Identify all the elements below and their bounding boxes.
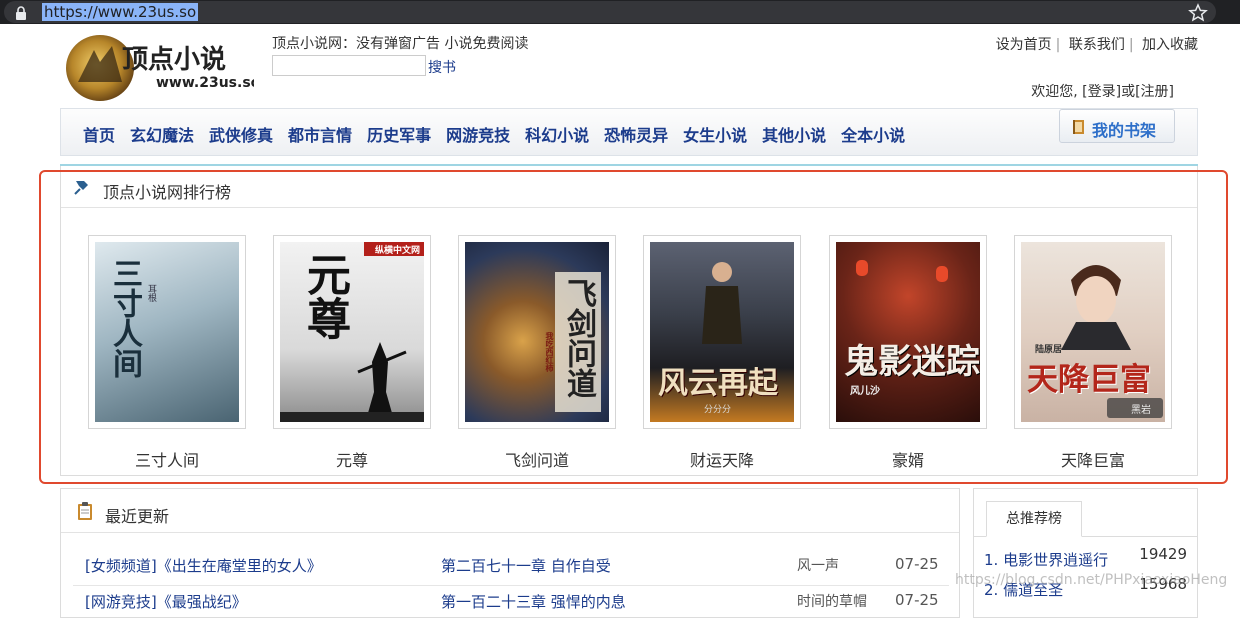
add-favorite-link[interactable]: 加入收藏 [1142, 37, 1198, 53]
logo-text: 顶点小说 [122, 44, 226, 75]
nav-item-scifi[interactable]: 科幻小说 [525, 122, 589, 146]
register-link[interactable]: [注册] [1135, 84, 1174, 100]
nav-item-fantasy[interactable]: 玄幻魔法 [130, 122, 194, 146]
row-divider [73, 585, 949, 586]
nav-item-other[interactable]: 其他小说 [762, 122, 826, 146]
row-author: 时间的草帽 [797, 594, 867, 610]
address-bar[interactable]: https://www.23us.so [4, 1, 1216, 23]
latest-title: 最近更新 [105, 507, 170, 526]
logo-domain: www.23us.so [156, 75, 254, 91]
nav-item-complete[interactable]: 全本小说 [841, 122, 905, 146]
latest-updates-panel: 最近更新 [女频频道]《出生在庵堂里的女人》 第二百七十一章 自作自受 风一声 … [60, 488, 960, 618]
row-book[interactable]: [女频频道]《出生在庵堂里的女人》 [85, 555, 322, 576]
highlight-box [39, 170, 1228, 484]
row-chapter[interactable]: 第一百二十三章 强悍的内息 [441, 591, 626, 612]
nav-item-wuxia[interactable]: 武侠修真 [209, 122, 273, 146]
url-text[interactable]: https://www.23us.so [42, 3, 199, 21]
row-author: 风一声 [797, 558, 839, 574]
recommend-count: 19429 [1139, 545, 1187, 563]
site-logo[interactable]: 顶点小说 www.23us.so [64, 32, 254, 102]
or-text: 或 [1121, 84, 1136, 100]
recommend-panel: 总推荐榜 1. 电影世界逍遥行 19429 2. 儒道至圣 15968 [973, 488, 1198, 618]
nav-item-gaming[interactable]: 网游竞技 [446, 122, 510, 146]
welcome-text: 欢迎您, [1031, 84, 1078, 100]
bookmark-star-icon[interactable] [1188, 3, 1208, 23]
top-links: 设为首页 | 联系我们 | 加入收藏 [995, 37, 1198, 53]
table-row: [网游竞技]《最强战纪》 第一百二十三章 强悍的内息 时间的草帽 07-25 [61, 587, 959, 617]
main-nav: 首页 玄幻魔法 武侠修真 都市言情 历史军事 网游竞技 科幻小说 恐怖灵异 女生… [60, 108, 1198, 156]
nav-item-history[interactable]: 历史军事 [367, 122, 431, 146]
row-book[interactable]: [网游竞技]《最强战纪》 [85, 591, 247, 612]
row-date: 07-25 [895, 591, 939, 609]
row-date: 07-25 [895, 555, 939, 573]
row-chapter[interactable]: 第二百七十一章 自作自受 [441, 555, 611, 576]
my-bookshelf-button[interactable]: 我的书架 [1059, 109, 1175, 143]
site-slogan: 顶点小说网：没有弹窗广告 小说免费阅读 [272, 36, 529, 52]
lock-icon [16, 6, 26, 20]
browser-toolbar: https://www.23us.so [0, 0, 1240, 24]
search-button[interactable]: 搜书 [428, 57, 456, 77]
clipboard-icon [78, 502, 92, 520]
nav-item-home[interactable]: 首页 [83, 122, 115, 146]
tab-total-recommend[interactable]: 总推荐榜 [986, 501, 1082, 537]
book-icon [1073, 120, 1084, 134]
nav-item-urban[interactable]: 都市言情 [288, 122, 352, 146]
nav-item-horror[interactable]: 恐怖灵异 [604, 122, 668, 146]
bookshelf-label: 我的书架 [1092, 121, 1157, 140]
search-input[interactable] [272, 55, 426, 76]
set-homepage-link[interactable]: 设为首页 [996, 37, 1052, 53]
contact-us-link[interactable]: 联系我们 [1069, 37, 1125, 53]
recommend-item[interactable]: 1. 电影世界逍遥行 [984, 549, 1108, 570]
nav-item-female[interactable]: 女生小说 [683, 122, 747, 146]
table-row: [女频频道]《出生在庵堂里的女人》 第二百七十一章 自作自受 风一声 07-25 [61, 551, 959, 581]
latest-header: 最近更新 [61, 489, 959, 533]
welcome-bar: 欢迎您, [登录]或[注册] [1031, 81, 1174, 101]
watermark-text: https://blog.csdn.net/PHPxiaoxiaoHeng [955, 572, 1228, 588]
login-link[interactable]: [登录] [1082, 84, 1121, 100]
